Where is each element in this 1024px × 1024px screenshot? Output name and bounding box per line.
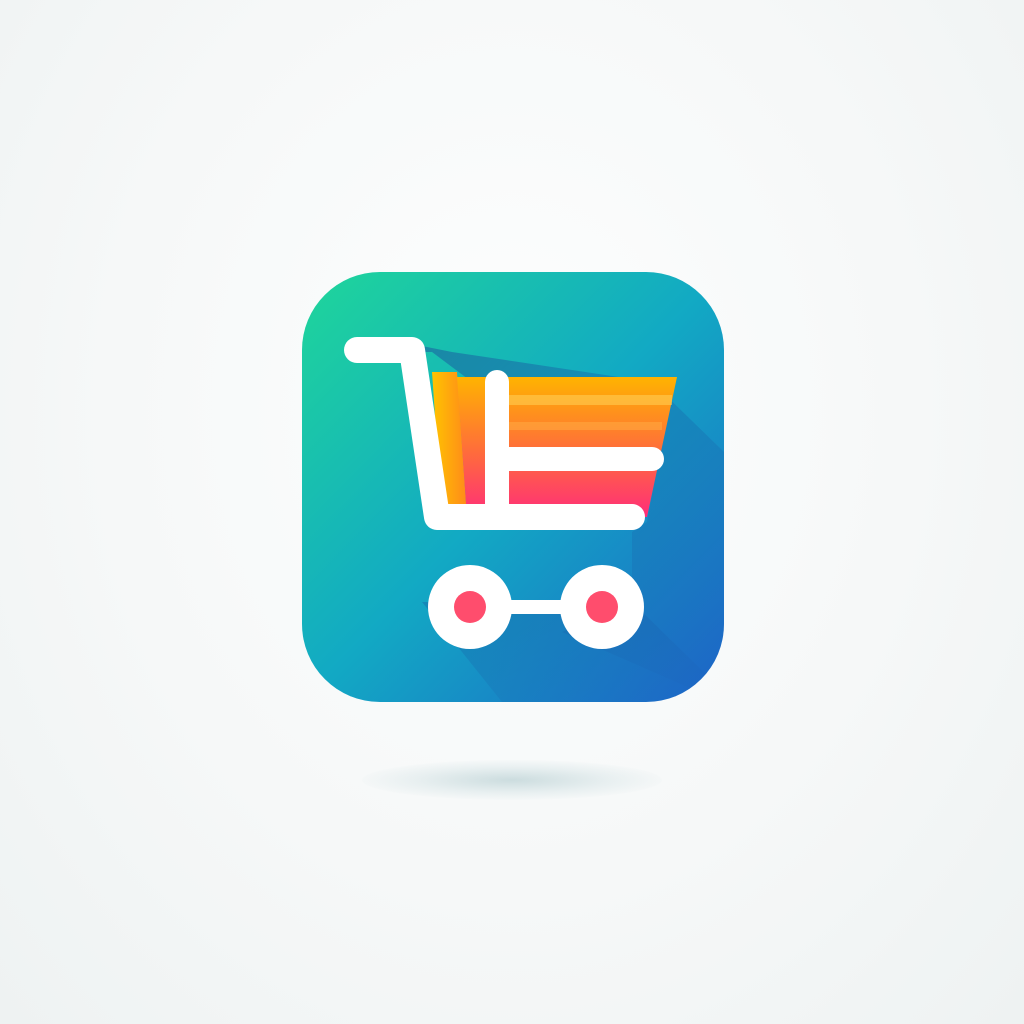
canvas bbox=[0, 0, 1024, 1024]
app-icon-tile bbox=[302, 272, 724, 702]
floor-shadow bbox=[362, 760, 662, 800]
cart-basket bbox=[432, 372, 677, 517]
shopping-cart-icon bbox=[302, 272, 724, 702]
